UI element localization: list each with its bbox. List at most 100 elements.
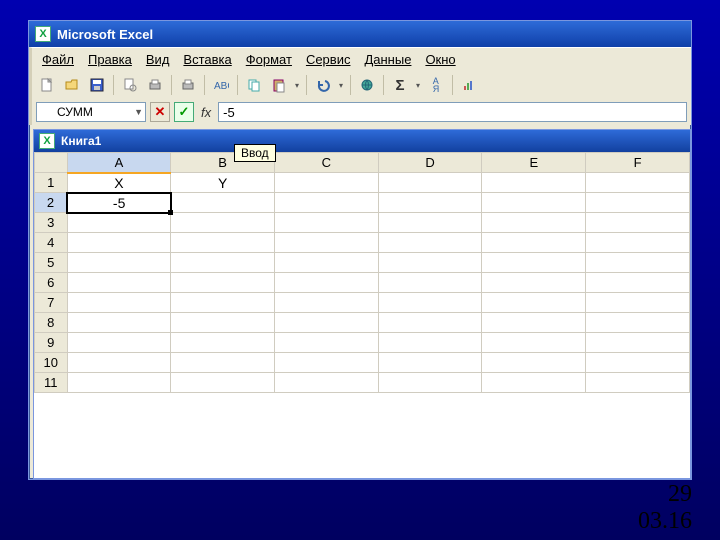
cell-B9[interactable]	[171, 333, 275, 353]
cell-C1[interactable]	[275, 173, 379, 193]
cell-B1[interactable]: Y	[171, 173, 275, 193]
col-header-C[interactable]: C	[275, 153, 379, 173]
cell-D10[interactable]	[378, 353, 482, 373]
cell-A2[interactable]: -5	[67, 193, 171, 213]
cell-F5[interactable]	[586, 253, 690, 273]
cell-D4[interactable]	[378, 233, 482, 253]
cell-B10[interactable]	[171, 353, 275, 373]
undo-dropdown-icon[interactable]: ▾	[337, 81, 345, 90]
cell-C3[interactable]	[275, 213, 379, 233]
cell-D8[interactable]	[378, 313, 482, 333]
cell-B11[interactable]	[171, 373, 275, 393]
cell-F7[interactable]	[586, 293, 690, 313]
select-all-corner[interactable]	[35, 153, 68, 173]
cell-E9[interactable]	[482, 333, 586, 353]
autosum-icon[interactable]: Σ	[389, 74, 411, 96]
cell-E1[interactable]	[482, 173, 586, 193]
spelling-icon[interactable]: ABC	[210, 74, 232, 96]
cell-A8[interactable]	[67, 313, 171, 333]
cell-F1[interactable]	[586, 173, 690, 193]
cell-B6[interactable]	[171, 273, 275, 293]
cell-F3[interactable]	[586, 213, 690, 233]
hyperlink-icon[interactable]	[356, 74, 378, 96]
row-header-2[interactable]: 2	[35, 193, 68, 213]
cell-C2[interactable]	[275, 193, 379, 213]
menu-data[interactable]: Данные	[364, 52, 411, 67]
row-header-1[interactable]: 1	[35, 173, 68, 193]
cell-A11[interactable]	[67, 373, 171, 393]
print-icon[interactable]	[144, 74, 166, 96]
open-file-icon[interactable]	[61, 74, 83, 96]
cell-D7[interactable]	[378, 293, 482, 313]
menu-window[interactable]: Окно	[425, 52, 455, 67]
cell-B3[interactable]	[171, 213, 275, 233]
menu-file[interactable]: Файл	[42, 52, 74, 67]
sort-icon[interactable]: АЯ	[425, 74, 447, 96]
cell-F6[interactable]	[586, 273, 690, 293]
save-icon[interactable]	[86, 74, 108, 96]
paste-icon[interactable]	[268, 74, 290, 96]
menu-view[interactable]: Вид	[146, 52, 170, 67]
row-header-9[interactable]: 9	[35, 333, 68, 353]
menu-insert[interactable]: Вставка	[183, 52, 231, 67]
cell-E5[interactable]	[482, 253, 586, 273]
formula-input[interactable]: -5	[218, 102, 687, 122]
cell-A10[interactable]	[67, 353, 171, 373]
cell-C11[interactable]	[275, 373, 379, 393]
cell-A3[interactable]	[67, 213, 171, 233]
cell-F11[interactable]	[586, 373, 690, 393]
print-preview-icon[interactable]	[119, 74, 141, 96]
cell-F8[interactable]	[586, 313, 690, 333]
row-header-4[interactable]: 4	[35, 233, 68, 253]
cell-B7[interactable]	[171, 293, 275, 313]
row-header-10[interactable]: 10	[35, 353, 68, 373]
cell-F4[interactable]	[586, 233, 690, 253]
row-header-3[interactable]: 3	[35, 213, 68, 233]
row-header-5[interactable]: 5	[35, 253, 68, 273]
cell-A9[interactable]	[67, 333, 171, 353]
cell-E4[interactable]	[482, 233, 586, 253]
cell-E6[interactable]	[482, 273, 586, 293]
cancel-icon[interactable]: ✕	[150, 102, 170, 122]
cell-D2[interactable]	[378, 193, 482, 213]
cell-A5[interactable]	[67, 253, 171, 273]
cell-C10[interactable]	[275, 353, 379, 373]
name-box-dropdown-icon[interactable]: ▼	[134, 107, 143, 117]
cell-C5[interactable]	[275, 253, 379, 273]
cell-F9[interactable]	[586, 333, 690, 353]
cell-E7[interactable]	[482, 293, 586, 313]
new-file-icon[interactable]	[36, 74, 58, 96]
row-header-7[interactable]: 7	[35, 293, 68, 313]
cell-A7[interactable]	[67, 293, 171, 313]
cell-C7[interactable]	[275, 293, 379, 313]
cell-D6[interactable]	[378, 273, 482, 293]
menu-format[interactable]: Формат	[246, 52, 292, 67]
cell-C8[interactable]	[275, 313, 379, 333]
undo-icon[interactable]	[312, 74, 334, 96]
cell-E2[interactable]	[482, 193, 586, 213]
cell-B5[interactable]	[171, 253, 275, 273]
cell-E11[interactable]	[482, 373, 586, 393]
cell-A4[interactable]	[67, 233, 171, 253]
row-header-11[interactable]: 11	[35, 373, 68, 393]
cell-D1[interactable]	[378, 173, 482, 193]
name-box[interactable]: СУММ ▼	[36, 102, 146, 122]
col-header-F[interactable]: F	[586, 153, 690, 173]
cell-B8[interactable]	[171, 313, 275, 333]
cell-B4[interactable]	[171, 233, 275, 253]
cell-A1[interactable]: X	[67, 173, 171, 193]
col-header-D[interactable]: D	[378, 153, 482, 173]
cell-E8[interactable]	[482, 313, 586, 333]
paste-dropdown-icon[interactable]: ▾	[293, 81, 301, 90]
fx-icon[interactable]: fx	[198, 105, 214, 120]
col-header-A[interactable]: A	[67, 153, 171, 173]
cell-E3[interactable]	[482, 213, 586, 233]
cell-D5[interactable]	[378, 253, 482, 273]
autosum-dropdown-icon[interactable]: ▾	[414, 81, 422, 90]
cell-C4[interactable]	[275, 233, 379, 253]
copy-icon[interactable]	[243, 74, 265, 96]
row-header-6[interactable]: 6	[35, 273, 68, 293]
cell-F2[interactable]	[586, 193, 690, 213]
col-header-E[interactable]: E	[482, 153, 586, 173]
cell-D11[interactable]	[378, 373, 482, 393]
